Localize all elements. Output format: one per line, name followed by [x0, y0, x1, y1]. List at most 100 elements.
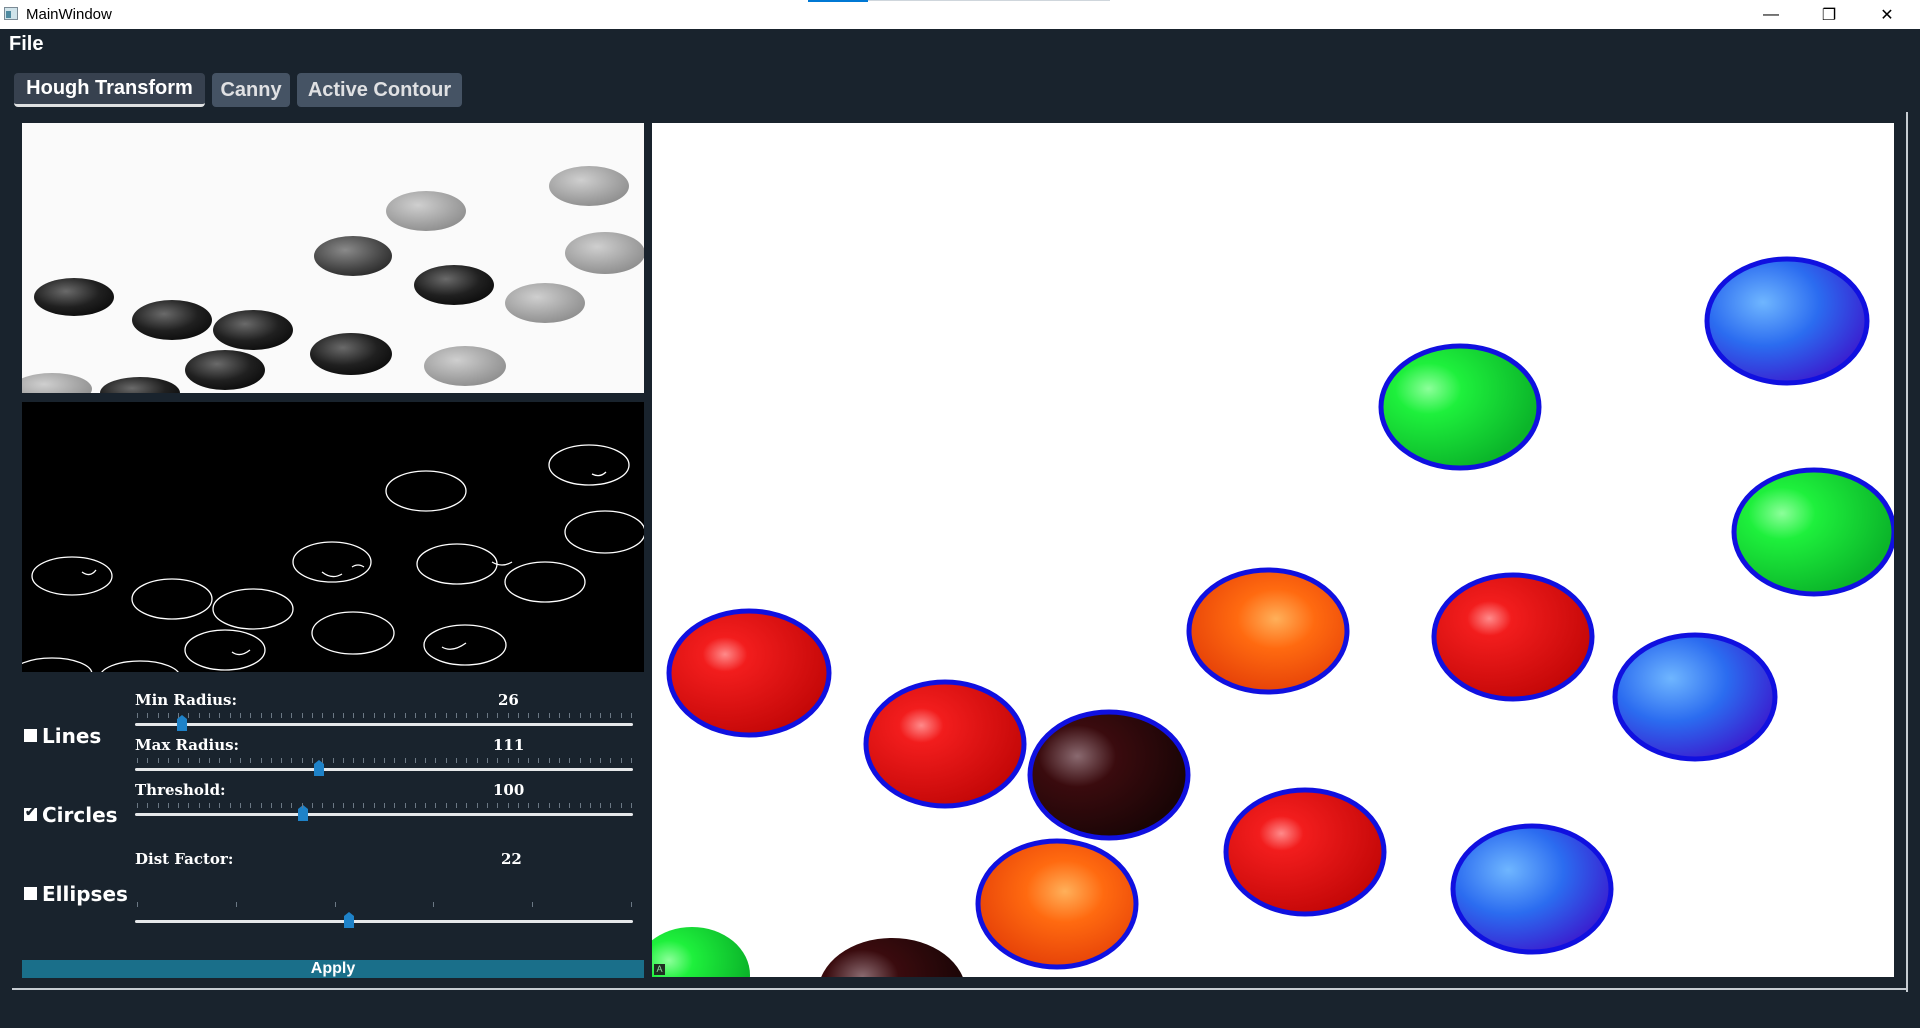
apply-button[interactable]: Apply [22, 960, 644, 978]
tab-hough-transform[interactable]: Hough Transform [14, 73, 205, 107]
slider-tick [456, 758, 458, 763]
slider-tick [137, 803, 138, 808]
slider-tick [229, 803, 231, 808]
slider-tick [414, 713, 416, 718]
close-icon: ✕ [1880, 6, 1894, 24]
slider-tick [589, 758, 591, 763]
max-radius-track[interactable] [135, 768, 633, 771]
slider-tick [281, 713, 283, 718]
slider-tick [332, 758, 334, 763]
slider-tick [250, 803, 252, 808]
slider-tick [404, 758, 406, 763]
slider-tick [414, 758, 416, 763]
slider-tick [332, 713, 334, 718]
slider-tick [394, 803, 396, 808]
slider-tick [353, 803, 355, 808]
close-button[interactable]: ✕ [1858, 0, 1916, 29]
minimize-button[interactable]: — [1742, 0, 1800, 29]
slider-tick [466, 713, 468, 718]
slider-tick [600, 803, 602, 808]
slider-tick [235, 902, 237, 907]
slider-tick [260, 758, 262, 763]
slider-tick [548, 803, 550, 808]
dist-factor-label: Dist Factor: [135, 850, 234, 868]
slider-tick [363, 803, 365, 808]
slider-tick [270, 803, 272, 808]
slider-tick [507, 713, 509, 718]
slider-tick [342, 758, 344, 763]
slider-tick [497, 713, 499, 718]
slider-tick [394, 713, 396, 718]
slider-tick [528, 758, 530, 763]
slider-tick [631, 713, 632, 718]
slider-tick [425, 803, 427, 808]
edges-image-svg [22, 444, 644, 672]
slider-tick [486, 803, 488, 808]
slider-tick [198, 713, 200, 718]
slider-tick [188, 758, 190, 763]
menu-file[interactable]: File [9, 33, 43, 56]
title-bar: MainWindow — ❐ ✕ [0, 0, 1920, 29]
ellipses-checkbox[interactable] [24, 887, 37, 900]
slider-tick [178, 713, 180, 718]
slider-tick [610, 758, 612, 763]
slider-tick [404, 713, 406, 718]
restore-button[interactable]: ❐ [1800, 0, 1858, 29]
circles-label: Circles [42, 803, 118, 827]
slider-tick [198, 803, 200, 808]
slider-tick [363, 713, 365, 718]
circles-checkbox[interactable]: ✔ [24, 804, 37, 821]
slider-tick [558, 803, 560, 808]
slider-tick [373, 758, 375, 763]
slider-tick [311, 713, 313, 718]
slider-tick [631, 902, 632, 907]
overlay-a-icon: A [654, 964, 665, 975]
slider-tick [476, 803, 478, 808]
slider-tick [137, 758, 138, 763]
slider-tick [569, 713, 571, 718]
dist-factor-track[interactable] [135, 920, 633, 923]
slider-tick [157, 713, 159, 718]
minimize-icon: — [1763, 5, 1779, 23]
slider-tick [353, 758, 355, 763]
min-radius-value: 26 [498, 691, 519, 709]
slider-tick [507, 803, 509, 808]
slider-tick [532, 902, 534, 907]
slider-tick [610, 713, 612, 718]
title-divider [868, 0, 1110, 1]
threshold-track[interactable] [135, 813, 633, 816]
slider-tick [373, 713, 375, 718]
app-window-icon [4, 7, 18, 20]
threshold-handle[interactable] [297, 805, 309, 821]
slider-tick [270, 713, 272, 718]
min-radius-track[interactable] [135, 723, 633, 726]
slider-tick [497, 803, 499, 808]
slider-tick [507, 758, 509, 763]
threshold-label: Threshold: [135, 781, 226, 799]
slider-tick [404, 803, 406, 808]
slider-tick [435, 758, 437, 763]
slider-tick [620, 758, 622, 763]
slider-tick [517, 713, 519, 718]
slider-tick [147, 758, 149, 763]
slider-tick [548, 758, 550, 763]
tab-active-contour[interactable]: Active Contour [297, 73, 462, 107]
slider-tick [466, 758, 468, 763]
slider-tick [476, 758, 478, 763]
lines-checkbox[interactable] [24, 729, 37, 742]
slider-tick [322, 758, 324, 763]
slider-tick [579, 713, 581, 718]
slider-tick [538, 758, 540, 763]
slider-tick [517, 758, 519, 763]
slider-tick [466, 803, 468, 808]
slider-tick [631, 803, 632, 808]
dist-factor-handle[interactable] [343, 912, 355, 928]
slider-tick [322, 713, 324, 718]
slider-tick [301, 758, 303, 763]
slider-tick [281, 758, 283, 763]
title-accent [808, 0, 868, 2]
tab-canny[interactable]: Canny [212, 73, 290, 107]
slider-tick [209, 803, 211, 808]
slider-tick [425, 713, 427, 718]
slider-tick [445, 713, 447, 718]
